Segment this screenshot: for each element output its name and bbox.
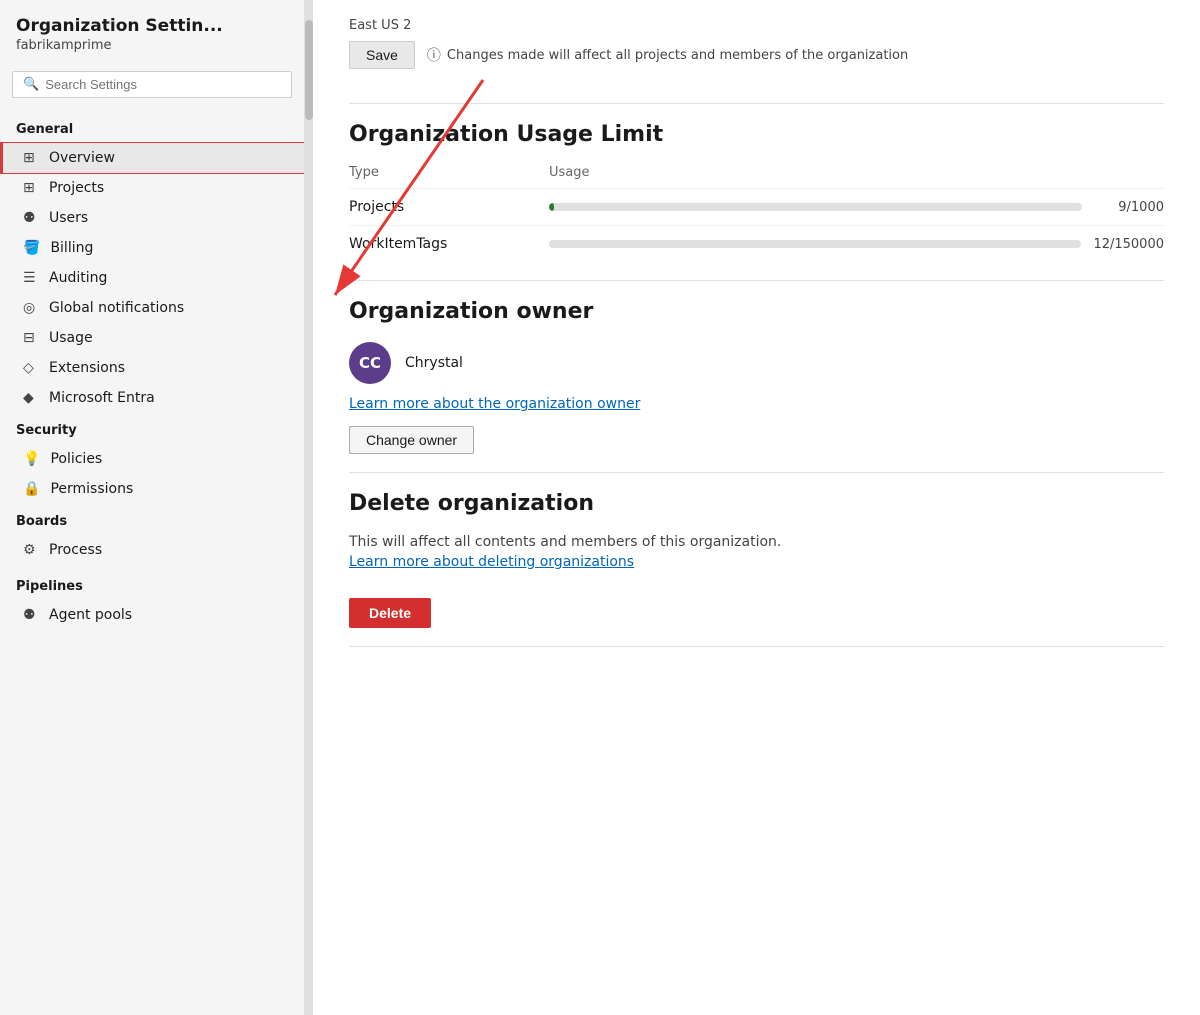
sidebar-item-label: Auditing: [49, 270, 107, 286]
avatar: CC: [349, 342, 391, 384]
app-subtitle: fabrikamprime: [16, 38, 288, 53]
sidebar-item-extensions[interactable]: ◇ Extensions: [0, 353, 304, 383]
usage-bar-wrap-workitemtags: 12/150000: [549, 237, 1164, 252]
extensions-icon: ◇: [23, 360, 39, 376]
change-owner-button[interactable]: Change owner: [349, 426, 474, 454]
learn-more-delete-link[interactable]: Learn more about deleting organizations: [349, 554, 634, 570]
owner-name: Chrystal: [405, 355, 463, 371]
sidebar-item-label: Permissions: [50, 481, 133, 497]
divider-3: [349, 472, 1164, 473]
sidebar-item-label: Policies: [50, 451, 102, 467]
usage-row-workitemtags: WorkItemTags 12/150000: [349, 225, 1164, 262]
save-row: Save ⓘ Changes made will affect all proj…: [349, 41, 1164, 85]
sidebar-item-label: Microsoft Entra: [49, 390, 155, 406]
scrollbar-thumb[interactable]: [305, 20, 313, 120]
sidebar-item-label: Billing: [50, 240, 93, 256]
sidebar-item-label: Agent pools: [49, 607, 132, 623]
divider-2: [349, 280, 1164, 281]
usage-count-projects: 9/1000: [1094, 200, 1164, 215]
main-inner: East US 2 Save ⓘ Changes made will affec…: [313, 0, 1200, 705]
scrollbar-track[interactable]: [305, 0, 313, 1015]
delete-button[interactable]: Delete: [349, 598, 431, 628]
sidebar-item-billing[interactable]: 🪣 Billing: [0, 233, 304, 263]
main-content: East US 2 Save ⓘ Changes made will affec…: [313, 0, 1200, 1015]
boards-section-label: Boards: [0, 504, 304, 535]
sidebar-item-label: Usage: [49, 330, 93, 346]
permissions-icon: 🔒: [23, 481, 40, 497]
divider-1: [349, 103, 1164, 104]
app-title: Organization Settin...: [16, 16, 288, 36]
process-icon: ⚙: [23, 542, 39, 558]
sidebar: Organization Settin... fabrikamprime 🔍 G…: [0, 0, 305, 1015]
usage-usage-header: Usage: [549, 165, 1164, 180]
region-label: East US 2: [349, 0, 1164, 41]
usage-label-workitemtags: WorkItemTags: [349, 236, 549, 252]
sidebar-item-usage[interactable]: ⊟ Usage: [0, 323, 304, 353]
save-button[interactable]: Save: [349, 41, 415, 69]
delete-section-title: Delete organization: [349, 491, 1164, 516]
divider-4: [349, 646, 1164, 647]
search-box[interactable]: 🔍: [12, 71, 292, 98]
info-icon: ⓘ: [427, 45, 441, 65]
sidebar-item-policies[interactable]: 💡 Policies: [0, 444, 304, 474]
search-input[interactable]: [45, 77, 281, 92]
usage-bar-bg-projects: [549, 203, 1082, 211]
usage-bar-wrap-projects: 9/1000: [549, 200, 1164, 215]
sidebar-item-agent-pools[interactable]: ⚉ Agent pools: [0, 600, 304, 630]
entra-icon: ◆: [23, 390, 39, 406]
learn-more-owner-link[interactable]: Learn more about the organization owner: [349, 396, 640, 412]
sidebar-item-label: Global notifications: [49, 300, 184, 316]
sidebar-item-label: Overview: [49, 150, 115, 166]
sidebar-item-users[interactable]: ⚉ Users: [0, 203, 304, 233]
usage-row-projects: Projects 9/1000: [349, 188, 1164, 225]
usage-icon: ⊟: [23, 330, 39, 346]
sidebar-item-label: Process: [49, 542, 102, 558]
owner-section-title: Organization owner: [349, 299, 1164, 324]
pipelines-section-label: Pipelines: [0, 569, 304, 600]
notifications-icon: ◎: [23, 300, 39, 316]
search-icon: 🔍: [23, 77, 39, 92]
sidebar-item-global-notifications[interactable]: ◎ Global notifications: [0, 293, 304, 323]
sidebar-item-auditing[interactable]: ☰ Auditing: [0, 263, 304, 293]
security-section-label: Security: [0, 413, 304, 444]
sidebar-item-permissions[interactable]: 🔒 Permissions: [0, 474, 304, 504]
sidebar-item-label: Extensions: [49, 360, 125, 376]
policies-icon: 💡: [23, 451, 40, 467]
avatar-initials: CC: [359, 354, 381, 372]
usage-header: Type Usage: [349, 165, 1164, 188]
usage-type-header: Type: [349, 165, 549, 180]
usage-section: Organization Usage Limit Type Usage Proj…: [349, 122, 1164, 262]
sidebar-item-microsoft-entra[interactable]: ◆ Microsoft Entra: [0, 383, 304, 413]
general-section-label: General: [0, 112, 304, 143]
sidebar-item-label: Projects: [49, 180, 104, 196]
usage-count-workitemtags: 12/150000: [1093, 237, 1164, 252]
billing-icon: 🪣: [23, 240, 40, 256]
sidebar-header: Organization Settin... fabrikamprime: [0, 0, 304, 61]
agent-pools-icon: ⚉: [23, 607, 39, 623]
owner-section: Organization owner CC Chrystal Learn mor…: [349, 299, 1164, 454]
usage-bar-fill-projects: [549, 203, 554, 211]
save-note: ⓘ Changes made will affect all projects …: [427, 45, 908, 65]
usage-section-title: Organization Usage Limit: [349, 122, 1164, 147]
overview-icon: ⊞: [23, 150, 39, 166]
sidebar-item-overview[interactable]: ⊞ Overview: [0, 143, 304, 173]
owner-row: CC Chrystal: [349, 342, 1164, 384]
usage-bar-bg-workitemtags: [549, 240, 1081, 248]
users-icon: ⚉: [23, 210, 39, 226]
sidebar-item-projects[interactable]: ⊞ Projects: [0, 173, 304, 203]
projects-icon: ⊞: [23, 180, 39, 196]
delete-section: Delete organization This will affect all…: [349, 491, 1164, 628]
sidebar-item-process[interactable]: ⚙ Process: [0, 535, 304, 565]
auditing-icon: ☰: [23, 270, 39, 286]
sidebar-item-label: Users: [49, 210, 88, 226]
usage-label-projects: Projects: [349, 199, 549, 215]
delete-description: This will affect all contents and member…: [349, 534, 1164, 550]
usage-table: Type Usage Projects 9/1000 WorkItemTags: [349, 165, 1164, 262]
